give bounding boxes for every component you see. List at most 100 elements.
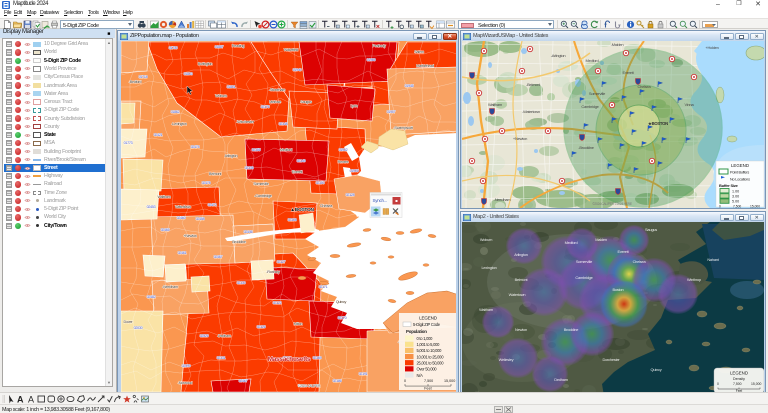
svg-text:7,500: 7,500 xyxy=(733,205,741,209)
svg-text:Wakefield: Wakefield xyxy=(283,48,297,52)
svg-text:-Bedford: -Bedford xyxy=(128,80,141,84)
svg-text:02149: 02149 xyxy=(296,159,305,163)
svg-text:Peabody: Peabody xyxy=(372,44,386,48)
svg-text:02108: 02108 xyxy=(287,218,296,222)
svg-text:Newton: Newton xyxy=(515,327,527,332)
svg-text:01902: 01902 xyxy=(338,148,347,152)
svg-text:Milton: Milton xyxy=(293,322,302,326)
svg-text:Lynn: Lynn xyxy=(350,104,357,108)
svg-text:01887: 01887 xyxy=(214,45,223,49)
svg-text:5,001 to 10,000: 5,001 to 10,000 xyxy=(416,348,442,353)
svg-text:02478: 02478 xyxy=(201,181,210,185)
svg-text:15,000: 15,000 xyxy=(751,382,761,386)
svg-text:Nahant: Nahant xyxy=(707,257,719,262)
svg-text:©2024 CALIPER: ©2024 CALIPER xyxy=(297,384,320,388)
svg-text:Brookline: Brookline xyxy=(564,327,578,332)
svg-text:-Swampscott: -Swampscott xyxy=(393,126,413,130)
svg-text:Revere: Revere xyxy=(337,160,348,164)
svg-text:Malden: Malden xyxy=(595,237,607,242)
svg-text:-Belmont: -Belmont xyxy=(526,82,541,87)
svg-text:02458: 02458 xyxy=(195,217,204,221)
svg-text:02026: 02026 xyxy=(199,334,208,338)
svg-text:5-Digit ZIP Code: 5-Digit ZIP Code xyxy=(413,322,441,327)
svg-text:Woburn: Woburn xyxy=(215,94,227,98)
svg-text:0: 0 xyxy=(404,379,406,383)
svg-text:Buffer Size: Buffer Size xyxy=(719,183,739,188)
svg-text:N/A: N/A xyxy=(416,373,423,378)
svg-text:5.00: 5.00 xyxy=(732,200,739,204)
svg-text:01940: 01940 xyxy=(292,68,301,72)
svg-text:02126: 02126 xyxy=(256,325,265,329)
svg-text:02138: 02138 xyxy=(244,166,253,170)
svg-text:Dorchester: Dorchester xyxy=(602,357,620,362)
svg-text:Quincy: Quincy xyxy=(651,367,662,372)
svg-text:02446: 02446 xyxy=(243,230,252,234)
svg-text:Point Buffers: Point Buffers xyxy=(730,171,749,175)
svg-text:Burlington: Burlington xyxy=(197,62,212,66)
svg-text:+Newton: +Newton xyxy=(513,136,527,141)
svg-text:-Watertown: -Watertown xyxy=(522,109,540,114)
svg-text:Somerville: Somerville xyxy=(576,259,592,264)
svg-text:0: 0 xyxy=(717,382,719,386)
svg-text:Quincy: Quincy xyxy=(335,300,346,304)
svg-text:-Dedham: -Dedham xyxy=(217,334,231,338)
svg-text:0: 0 xyxy=(719,205,721,209)
svg-text:Winthrop: Winthrop xyxy=(687,277,701,282)
svg-text:-Malden: -Malden xyxy=(611,42,624,47)
svg-text:02467: 02467 xyxy=(238,379,247,383)
svg-text:©2024 CALIPER ©2024 HERE: ©2024 CALIPER ©2024 HERE xyxy=(592,202,633,206)
svg-text:Melrose: Melrose xyxy=(269,100,281,104)
svg-text:No Locations: No Locations xyxy=(730,178,750,182)
svg-text:Salem: Salem xyxy=(414,50,424,54)
svg-text:Massachusetts: Massachusetts xyxy=(267,356,310,363)
svg-text:-Needham: -Needham xyxy=(494,197,512,202)
svg-text:Density: Density xyxy=(733,377,745,381)
svg-text:-Brookline: -Brookline xyxy=(578,145,595,150)
svg-text:Over 50,000: Over 50,000 xyxy=(416,367,437,372)
svg-text:02421: 02421 xyxy=(153,133,162,137)
svg-text:-Winchester: -Winchester xyxy=(236,120,254,124)
svg-text:Medford: Medford xyxy=(586,58,599,63)
svg-text:Wellesley: Wellesley xyxy=(499,357,514,362)
svg-text:Lexington: Lexington xyxy=(481,265,496,270)
svg-text:02467: 02467 xyxy=(213,255,222,259)
svg-text:A: A xyxy=(28,395,34,405)
svg-text:-Norwood: -Norwood xyxy=(177,381,192,385)
svg-text:Population: Population xyxy=(406,329,427,334)
svg-text:Marblehead: Marblehead xyxy=(416,64,434,68)
svg-text:02150: 02150 xyxy=(315,181,324,185)
svg-text:7,500: 7,500 xyxy=(424,379,433,383)
svg-text:Arlington: Arlington xyxy=(514,252,528,257)
svg-text:02474: 02474 xyxy=(190,145,199,149)
svg-text:02127: 02127 xyxy=(276,260,285,264)
svg-text:02155: 02155 xyxy=(251,148,260,152)
svg-text:02128: 02128 xyxy=(345,193,354,197)
svg-text:Arlington: Arlington xyxy=(224,154,237,158)
svg-text:Somerville: Somerville xyxy=(253,182,268,186)
svg-text:Watertown: Watertown xyxy=(509,292,526,297)
svg-text:10,001 to 25,000: 10,001 to 25,000 xyxy=(416,354,444,359)
svg-text:Vinna: Vinna xyxy=(685,102,695,107)
svg-text:Saugus: Saugus xyxy=(645,227,657,232)
svg-text:02030: 02030 xyxy=(133,326,142,330)
svg-text:01862: 01862 xyxy=(170,110,179,114)
svg-text:02472: 02472 xyxy=(207,203,216,207)
svg-text:02186: 02186 xyxy=(332,379,341,383)
svg-text:02090: 02090 xyxy=(181,364,190,368)
svg-text:Cambridge: Cambridge xyxy=(581,104,599,109)
svg-text:15,000: 15,000 xyxy=(750,205,760,209)
svg-text:02171: 02171 xyxy=(318,285,327,289)
svg-text:01945: 01945 xyxy=(404,84,413,88)
svg-text:25,001 to 50,000: 25,001 to 50,000 xyxy=(416,361,444,366)
svg-text:-Cambridge: -Cambridge xyxy=(254,194,271,198)
svg-text:01730: 01730 xyxy=(168,46,177,50)
svg-text:02460: 02460 xyxy=(176,216,185,220)
svg-text:Watertown: Watertown xyxy=(175,205,191,209)
svg-text:Synch...: Synch... xyxy=(372,198,386,203)
svg-text:Cambridge: Cambridge xyxy=(575,275,592,280)
svg-text:Belmont: Belmont xyxy=(515,277,529,282)
svg-text:★BOSTON: ★BOSTON xyxy=(647,121,668,126)
svg-text:02453: 02453 xyxy=(146,205,155,209)
svg-text:Everett: Everett xyxy=(623,70,635,75)
svg-text:Belmont: Belmont xyxy=(208,172,221,176)
